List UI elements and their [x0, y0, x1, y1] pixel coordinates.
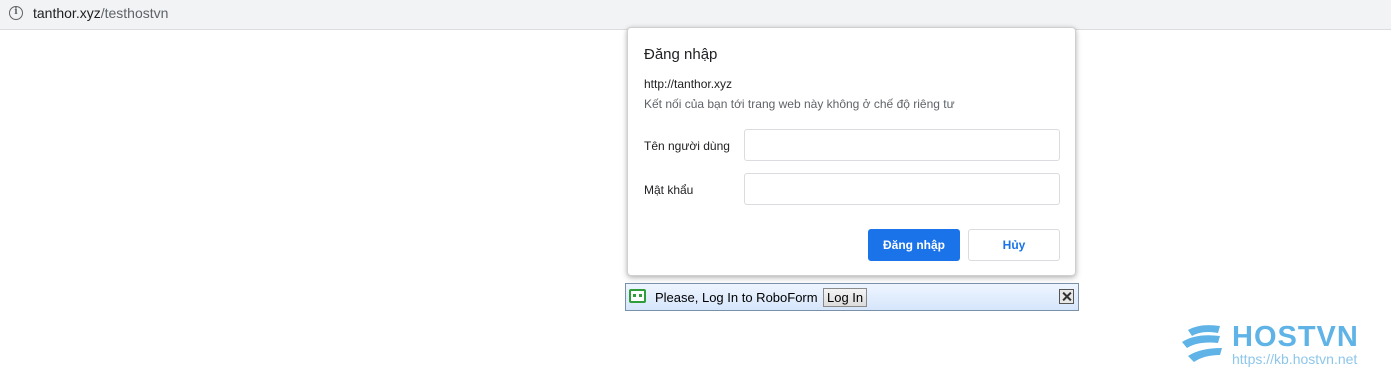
dialog-title: Đăng nhập — [644, 46, 718, 63]
roboform-login-button[interactable]: Log In — [823, 288, 868, 307]
roboform-icon — [629, 289, 646, 303]
url-text[interactable]: tanthor.xyz/testhostvn — [33, 5, 168, 21]
watermark-url: https://kb.hostvn.net — [1232, 351, 1358, 367]
username-label: Tên người dùng — [644, 139, 730, 153]
privacy-warning: Kết nối của bạn tới trang web này không … — [644, 97, 955, 111]
watermark-brand: HOSTVN — [1232, 321, 1359, 353]
close-icon[interactable] — [1059, 289, 1074, 304]
password-label: Mật khẩu — [644, 183, 694, 197]
hostvn-logo-icon — [1182, 325, 1222, 362]
login-dialog: Đăng nhập http://tanthor.xyz Kết nối của… — [627, 27, 1076, 276]
roboform-message: Please, Log In to RoboForm — [655, 290, 818, 305]
roboform-bar: Please, Log In to RoboForm Log In — [625, 283, 1079, 311]
password-input[interactable] — [744, 173, 1060, 205]
dialog-origin: http://tanthor.xyz — [644, 77, 733, 91]
cancel-button[interactable]: Hủy — [968, 229, 1060, 261]
login-button[interactable]: Đăng nhập — [868, 229, 960, 261]
address-bar[interactable]: i tanthor.xyz/testhostvn — [0, 0, 1391, 30]
info-icon[interactable]: i — [9, 6, 23, 20]
url-host: tanthor.xyz — [33, 5, 101, 21]
username-input[interactable] — [744, 129, 1060, 161]
url-path: /testhostvn — [100, 5, 169, 21]
